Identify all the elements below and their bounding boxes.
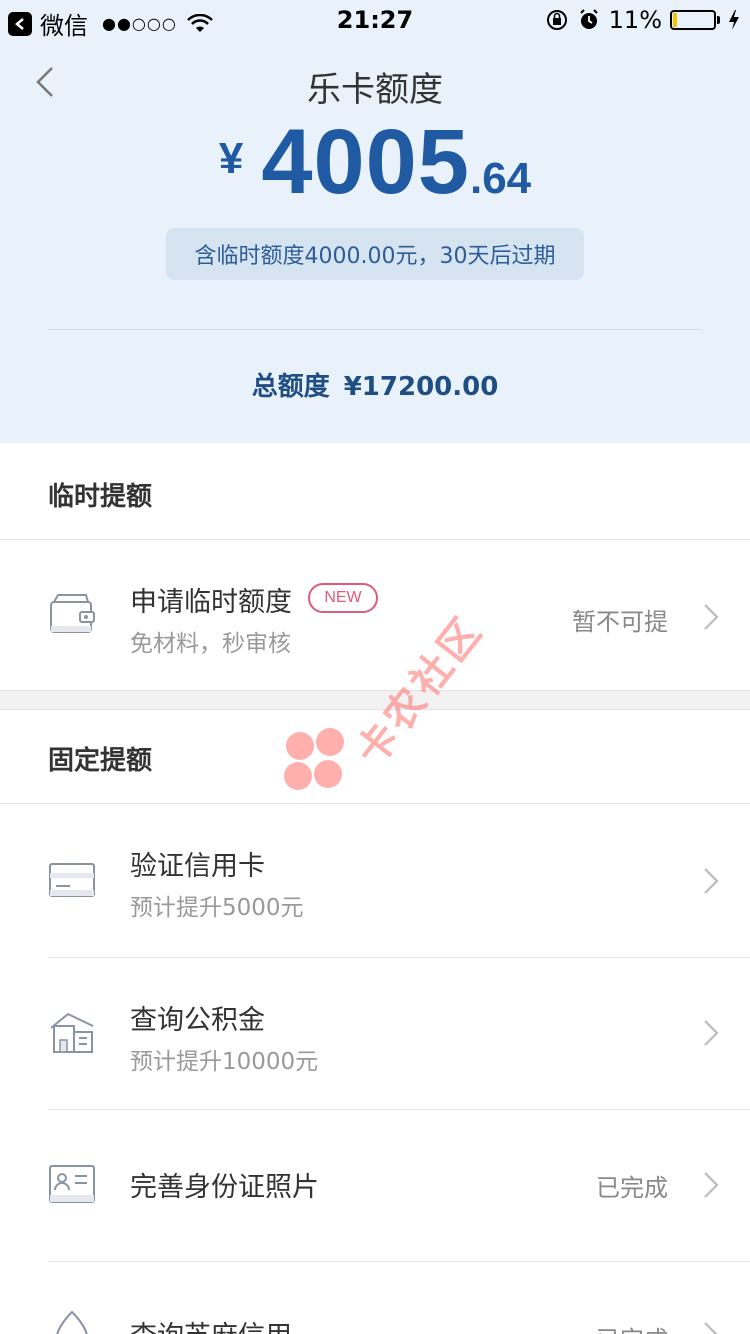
page: 乐卡额度 ¥4005.64 含临时额度4000.00元，30天后过期 总额度 ¥1… — [0, 0, 750, 1334]
credit-header: 乐卡额度 ¥4005.64 含临时额度4000.00元，30天后过期 总额度 ¥1… — [0, 0, 750, 443]
divider — [48, 329, 702, 330]
query-housing-fund-row[interactable]: 查询公积金 预计提升10000元 — [0, 958, 750, 1109]
charging-bolt-icon — [729, 10, 739, 30]
row-status: 已完成 — [596, 1174, 668, 1202]
page-title: 乐卡额度 — [307, 70, 443, 110]
available-amount: ¥4005.64 — [0, 110, 750, 215]
row-title: 验证信用卡 — [130, 851, 265, 882]
currency-symbol: ¥ — [218, 134, 244, 183]
row-status: 暂不可提 — [572, 608, 668, 636]
row-title: 申请临时额度 — [130, 587, 292, 618]
apply-temp-limit-row[interactable]: 申请临时额度 免材料，秒审核 暂不可提 — [0, 540, 750, 690]
sesame-icon — [56, 1310, 88, 1334]
id-card-icon — [49, 1165, 95, 1203]
row-title: 查询芝麻信用 — [130, 1314, 292, 1334]
id-photo-row[interactable]: 完善身份证照片 已完成 — [0, 1110, 750, 1261]
chevron-right-icon — [704, 868, 719, 894]
orientation-lock-icon — [546, 10, 567, 30]
total-limit: 总额度 ¥17200.00 — [0, 366, 750, 403]
chevron-right-icon — [704, 1020, 719, 1046]
alarm-icon — [579, 9, 598, 29]
wifi-icon — [186, 13, 213, 32]
row-title: 查询公积金 — [130, 1005, 265, 1036]
verify-credit-card-row[interactable]: 验证信用卡 预计提升5000元 — [0, 804, 750, 957]
chevron-right-icon — [704, 1322, 718, 1334]
wallet-icon — [50, 594, 95, 633]
battery-fill — [673, 13, 678, 27]
return-app-name[interactable]: 微信 — [40, 6, 88, 41]
battery-icon — [670, 10, 720, 30]
row-subtitle: 免材料，秒审核 — [130, 631, 291, 657]
sesame-credit-row[interactable]: 查询芝麻信用 已完成 — [0, 1262, 750, 1334]
amount-decimal: .64 — [469, 154, 532, 203]
row-subtitle: 预计提升5000元 — [130, 895, 304, 921]
amount-integer: 4005 — [261, 111, 470, 213]
row-title: 完善身份证照片 — [130, 1172, 319, 1203]
total-limit-label: 总额度 — [251, 372, 330, 402]
section-title-fixed: 固定提额 — [48, 746, 153, 776]
section-title-temp: 临时提额 — [48, 482, 153, 512]
chevron-right-icon — [704, 604, 719, 630]
cell-signal-icon: ●●○○○ — [102, 14, 177, 33]
building-icon — [50, 1012, 94, 1053]
return-to-app-icon[interactable] — [8, 11, 32, 36]
new-badge: NEW — [308, 583, 378, 613]
credit-card-icon — [49, 863, 95, 897]
status-bar: 微信 ●●○○○ 21:27 11% — [0, 0, 750, 40]
temp-limit-note: 含临时额度4000.00元，30天后过期 — [166, 228, 584, 280]
row-status: 已完成 — [596, 1320, 668, 1334]
battery-percent: 11% — [608, 6, 662, 34]
chevron-right-icon — [704, 1172, 719, 1198]
total-limit-value: ¥17200.00 — [343, 372, 499, 402]
row-subtitle: 预计提升10000元 — [130, 1049, 319, 1075]
